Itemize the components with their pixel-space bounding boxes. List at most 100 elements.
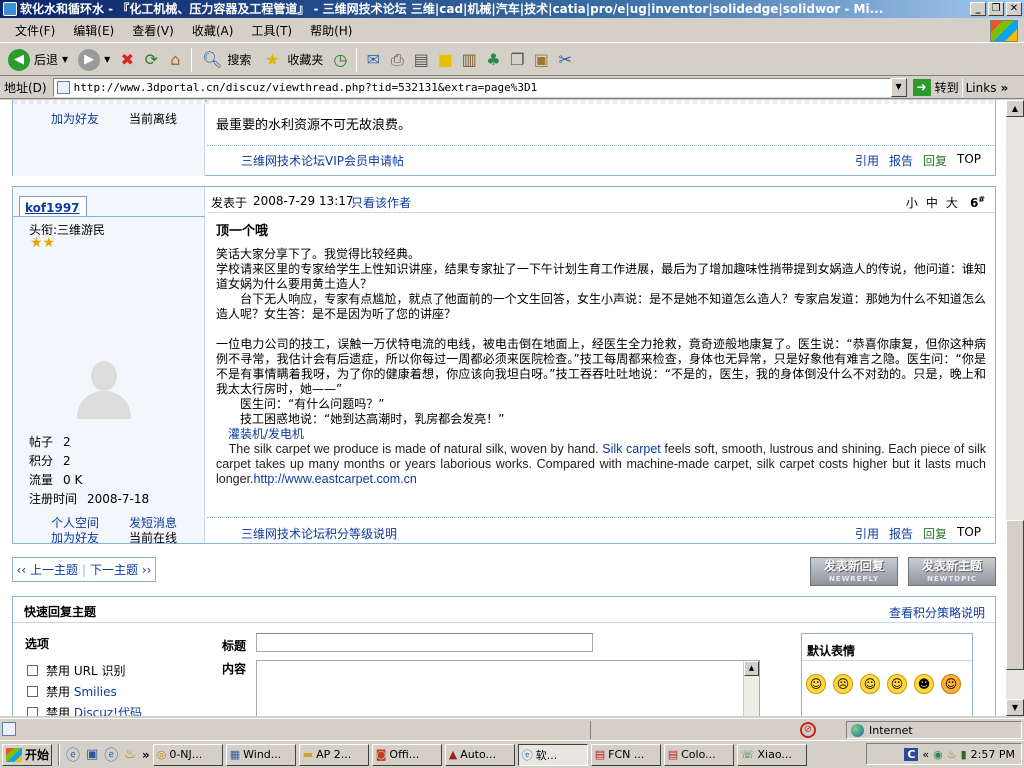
chevron-right-icon[interactable]: » (1000, 81, 1008, 95)
page-icon (56, 81, 70, 94)
disable-url-checkbox[interactable] (27, 665, 38, 676)
search-button[interactable]: 🔍︎ 搜索 (197, 46, 255, 74)
disable-smilies-checkbox[interactable] (27, 686, 38, 697)
post-time: 2008-7-29 13:17 (253, 194, 354, 208)
chat-icon: ☏ (740, 748, 755, 761)
credit-rules-link[interactable]: 三维网技术论坛积分等级说明 (241, 525, 397, 542)
scroll-thumb[interactable] (1006, 520, 1024, 670)
tray-monitor-icon[interactable]: ▮ (961, 748, 967, 761)
minimize-button[interactable]: _ (970, 2, 986, 16)
prev-add-friend-link[interactable]: 加为好友 (51, 110, 99, 127)
new-topic-button[interactable]: 发表新主题 NEWTOPIC (908, 557, 996, 586)
top-link[interactable]: TOP (957, 525, 981, 542)
wink-icon[interactable]: ☺ (887, 674, 907, 694)
reply-link[interactable]: 回复 (923, 525, 947, 542)
close-button[interactable]: ✕ (1006, 2, 1022, 16)
font-small-link[interactable]: 小 (906, 194, 918, 211)
add-friend-link[interactable]: 加为好友 (51, 532, 99, 544)
menu-file[interactable]: 文件(F) (6, 22, 64, 39)
quicklaunch-ie-icon[interactable]: ⓔ (66, 745, 80, 765)
prev-footer-link[interactable]: 三维网技术论坛VIP会员申请帖 (241, 152, 404, 169)
menu-tools[interactable]: 工具(T) (242, 22, 301, 39)
new-reply-button[interactable]: 发表新回复 NEWREPLY (810, 557, 898, 586)
address-input[interactable]: http://www.3dportal.cn/discuz/viewthread… (52, 78, 891, 97)
quote-link[interactable]: 引用 (855, 525, 879, 542)
forward-button[interactable]: ▶ ▼ (74, 46, 114, 74)
disable-discuz-code-checkbox[interactable] (27, 707, 38, 716)
personal-space-link[interactable]: 个人空间 (51, 514, 99, 531)
menu-view[interactable]: 查看(V) (123, 22, 183, 39)
prev-reply-link[interactable]: 回复 (923, 152, 947, 169)
send-message-link[interactable]: 发短消息 (129, 514, 177, 531)
prev-topic-link[interactable]: ‹‹ 上一主题 (17, 561, 78, 578)
history-icon[interactable]: ◷ (329, 49, 351, 71)
sad-icon[interactable]: ☹ (833, 674, 853, 694)
tray-network-icon[interactable]: ◉ (933, 748, 943, 761)
menu-help[interactable]: 帮助(H) (301, 22, 361, 39)
grin-icon[interactable]: ☻ (914, 674, 934, 694)
scroll-up-icon[interactable]: ▲ (1006, 100, 1024, 117)
taskbar-item-browser[interactable]: ⓔ 软... (517, 743, 588, 766)
prev-quote-link[interactable]: 引用 (855, 152, 879, 169)
go-button[interactable]: 转到 (935, 79, 959, 96)
copy-icon[interactable]: ❐ (506, 49, 528, 71)
smilies-title: 默认表情 (807, 644, 856, 658)
paste-icon[interactable]: ▣ (530, 49, 552, 71)
restore-button[interactable]: ❐ (988, 2, 1004, 16)
refresh-icon[interactable]: ⟳ (140, 49, 162, 71)
quicklaunch-chevron-icon[interactable]: » (142, 748, 150, 762)
menu-favorites[interactable]: 收藏(A) (183, 22, 243, 39)
taskbar-item-0nj[interactable]: ◎ 0-NJ... (152, 743, 223, 766)
favorites-button[interactable]: ★ 收藏夹 (257, 46, 327, 74)
home-icon[interactable]: ⌂ (164, 49, 186, 71)
tray-chevron-icon[interactable]: « (922, 748, 929, 761)
only-author-link[interactable]: 只看该作者 (351, 194, 411, 211)
go-arrow-icon[interactable]: ➜ (912, 79, 931, 96)
taskbar-item-colo[interactable]: ▤ Colo... (663, 743, 734, 766)
quicklaunch-desktop-icon[interactable]: ▣ (86, 747, 98, 762)
content-textarea[interactable]: ▲ (256, 660, 760, 716)
report-link[interactable]: 报告 (889, 525, 913, 542)
menu-edit[interactable]: 编辑(E) (64, 22, 123, 39)
note-icon[interactable]: ■ (434, 49, 456, 71)
scroll-down-icon[interactable]: ▼ (1006, 699, 1024, 716)
back-button[interactable]: ◀ 后退 ▼ (4, 46, 72, 74)
smile-icon[interactable]: ☺ (806, 674, 826, 694)
lang-indicator[interactable]: C (904, 747, 919, 761)
eastcarpet-link[interactable]: http://www.eastcarpet.com.cn (254, 472, 417, 486)
mail-icon[interactable]: ✉ (362, 49, 384, 71)
research-icon[interactable]: ▥ (458, 49, 480, 71)
tray-app-icon[interactable]: ♨ (947, 748, 957, 761)
subject-input[interactable] (256, 633, 593, 652)
taskbar-item-wind[interactable]: ▦ Wind... (225, 743, 296, 766)
taskbar-item-xiao[interactable]: ☏ Xiao... (736, 743, 807, 766)
tongue-icon[interactable]: ☺ (941, 674, 961, 694)
start-button[interactable]: 开始 (2, 743, 52, 766)
ad-link[interactable]: 灌装机/发电机 (228, 427, 304, 441)
popup-blocked-icon[interactable]: ⊘ (800, 722, 816, 738)
next-topic-link[interactable]: 下一主题 ›› (90, 561, 151, 578)
taskbar-item-office[interactable]: ◙ Offi... (371, 743, 442, 766)
author-name[interactable]: kof1997 (25, 201, 80, 215)
credit-policy-link[interactable]: 查看积分策略说明 (889, 604, 985, 621)
edit-icon[interactable]: ▤ (410, 49, 432, 71)
vertical-scrollbar[interactable]: ▲ ▼ (1006, 100, 1024, 716)
taskbar-item-ap2[interactable]: ▬ AP 2... (298, 743, 369, 766)
prev-top-link[interactable]: TOP (957, 152, 981, 169)
taskbar-item-fcn[interactable]: ▤ FCN ... (590, 743, 661, 766)
quicklaunch-browser-icon[interactable]: ⓔ (104, 745, 118, 765)
font-large-link[interactable]: 大 (946, 194, 958, 211)
stop-icon[interactable]: ✖ (116, 49, 138, 71)
address-dropdown-button[interactable]: ▼ (890, 78, 907, 97)
silk-carpet-link[interactable]: Silk carpet (602, 442, 661, 456)
taskbar-item-auto[interactable]: ▲ Auto... (444, 743, 515, 766)
quicklaunch-app-icon[interactable]: ♨ (124, 747, 136, 762)
font-medium-link[interactable]: 中 (926, 194, 938, 211)
previous-post: 加为好友 当前离线 最重要的水利资源不可无故浪费。 三维网技术论坛VIP会员申请… (12, 100, 996, 176)
cut-icon[interactable]: ✂ (554, 49, 576, 71)
links-button[interactable]: Links (966, 81, 997, 95)
print-icon[interactable]: ⎙ (386, 49, 408, 71)
prev-report-link[interactable]: 报告 (889, 152, 913, 169)
biggrin-icon[interactable]: ☺ (860, 674, 880, 694)
messenger-icon[interactable]: ♣ (482, 49, 504, 71)
